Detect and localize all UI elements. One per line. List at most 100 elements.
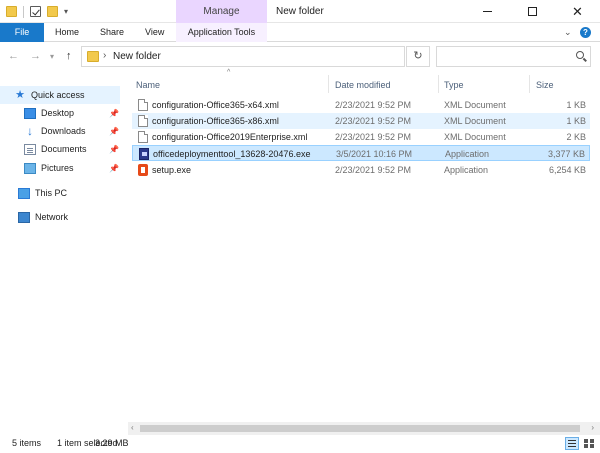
column-header-size[interactable]: Size bbox=[536, 77, 554, 93]
xml-file-icon bbox=[138, 115, 148, 127]
column-header-type[interactable]: Type bbox=[444, 77, 464, 93]
refresh-button[interactable]: ↻ bbox=[406, 46, 430, 67]
sidebar-item-label: Network bbox=[35, 212, 69, 222]
address-bar[interactable]: › New folder bbox=[81, 46, 405, 67]
file-size: 6,254 KB bbox=[548, 165, 586, 175]
file-type: Application bbox=[445, 149, 490, 159]
sidebar-item-quick-access[interactable]: ★ Quick access bbox=[0, 86, 120, 104]
help-icon[interactable]: ? bbox=[580, 27, 591, 38]
file-row[interactable]: configuration-Office365-x64.xml 2/23/202… bbox=[132, 97, 590, 113]
sidebar-item-documents[interactable]: Documents 📌 bbox=[0, 140, 120, 158]
new-folder-icon[interactable] bbox=[47, 6, 58, 17]
search-input[interactable] bbox=[436, 46, 591, 67]
qat-separator bbox=[23, 5, 24, 18]
forward-arrow-icon[interactable]: → bbox=[30, 50, 41, 62]
file-type: XML Document bbox=[444, 132, 506, 142]
file-name: configuration-Office2019Enterprise.xml bbox=[152, 132, 308, 142]
folder-icon[interactable] bbox=[6, 6, 17, 17]
column-divider[interactable] bbox=[529, 75, 530, 93]
folder-icon bbox=[87, 51, 99, 62]
file-name: configuration-Office365-x86.xml bbox=[152, 116, 279, 126]
back-arrow-icon[interactable]: ← bbox=[8, 50, 19, 62]
sidebar-item-label: Downloads bbox=[41, 126, 86, 136]
file-size: 1 KB bbox=[566, 100, 586, 110]
pin-icon[interactable]: 📌 bbox=[109, 145, 119, 154]
chevron-right-icon[interactable]: › bbox=[103, 50, 106, 61]
file-date: 2/23/2021 9:52 PM bbox=[335, 132, 412, 142]
pin-icon[interactable]: 📌 bbox=[109, 164, 119, 173]
xml-file-icon bbox=[138, 99, 148, 111]
horizontal-scrollbar[interactable]: ‹ › bbox=[128, 422, 600, 435]
properties-icon[interactable] bbox=[30, 6, 41, 17]
file-row[interactable]: officedeploymenttool_13628-20476.exe 3/5… bbox=[132, 145, 590, 161]
qat-dropdown-icon[interactable]: ▾ bbox=[64, 7, 68, 16]
documents-icon bbox=[24, 143, 36, 155]
column-divider[interactable] bbox=[438, 75, 439, 93]
expand-ribbon-icon[interactable]: ⌄ bbox=[564, 27, 572, 38]
sort-ascending-icon: ^ bbox=[227, 69, 231, 76]
close-icon: ✕ bbox=[572, 3, 583, 19]
address-row: ← → ▾ ↑ › New folder ↻ bbox=[0, 42, 600, 71]
file-type: Application bbox=[444, 165, 489, 175]
manage-context-tab: Manage bbox=[176, 0, 267, 23]
sidebar-item-label: Quick access bbox=[31, 90, 85, 100]
file-size: 2 KB bbox=[566, 132, 586, 142]
tab-share[interactable]: Share bbox=[100, 23, 124, 42]
file-row[interactable]: setup.exe 2/23/2021 9:52 PM Application … bbox=[132, 162, 590, 178]
large-icons-view-icon[interactable] bbox=[582, 437, 596, 450]
scrollbar-thumb[interactable] bbox=[140, 425, 580, 432]
sidebar-item-downloads[interactable]: ↓ Downloads 📌 bbox=[0, 122, 120, 140]
tab-home[interactable]: Home bbox=[55, 23, 79, 42]
recent-locations-icon[interactable]: ▾ bbox=[50, 52, 54, 61]
file-date: 3/5/2021 10:16 PM bbox=[336, 149, 413, 159]
file-name: officedeploymenttool_13628-20476.exe bbox=[153, 149, 311, 159]
scroll-right-icon[interactable]: › bbox=[591, 423, 594, 432]
sidebar-item-pictures[interactable]: Pictures 📌 bbox=[0, 159, 120, 177]
sidebar-item-desktop[interactable]: Desktop 📌 bbox=[0, 104, 120, 122]
tab-application-tools[interactable]: Application Tools bbox=[176, 23, 267, 42]
sidebar-item-this-pc[interactable]: This PC bbox=[0, 184, 120, 202]
column-header-date[interactable]: Date modified bbox=[335, 77, 391, 93]
file-type: XML Document bbox=[444, 116, 506, 126]
office-setup-icon bbox=[138, 164, 148, 176]
file-row[interactable]: configuration-Office365-x86.xml 2/23/202… bbox=[132, 113, 590, 129]
pin-icon[interactable]: 📌 bbox=[109, 127, 119, 136]
column-header-name[interactable]: Name bbox=[136, 77, 160, 93]
close-button[interactable]: ✕ bbox=[555, 0, 600, 23]
search-icon bbox=[576, 51, 584, 59]
star-icon: ★ bbox=[15, 88, 25, 101]
tab-view[interactable]: View bbox=[145, 23, 164, 42]
navigation-pane: ★ Quick access Desktop 📌 ↓ Downloads 📌 D… bbox=[0, 71, 120, 435]
downloads-icon: ↓ bbox=[27, 123, 33, 138]
file-date: 2/23/2021 9:52 PM bbox=[335, 100, 412, 110]
scroll-left-icon[interactable]: ‹ bbox=[131, 423, 134, 432]
sidebar-item-label: Documents bbox=[41, 144, 87, 154]
quick-access-toolbar: ▾ bbox=[6, 4, 68, 19]
file-size: 1 KB bbox=[566, 116, 586, 126]
desktop-icon bbox=[24, 107, 36, 119]
details-view-icon[interactable] bbox=[565, 437, 579, 450]
item-count: 5 items bbox=[12, 438, 42, 448]
sidebar-item-label: Pictures bbox=[41, 163, 74, 173]
file-type: XML Document bbox=[444, 100, 506, 110]
file-row[interactable]: configuration-Office2019Enterprise.xml 2… bbox=[132, 129, 590, 145]
file-list: ^ Name Date modified Type Size configura… bbox=[128, 69, 600, 422]
file-date: 2/23/2021 9:52 PM bbox=[335, 165, 412, 175]
up-arrow-icon[interactable]: ↑ bbox=[66, 50, 72, 62]
sidebar-item-network[interactable]: Network bbox=[0, 208, 120, 226]
pin-icon[interactable]: 📌 bbox=[109, 109, 119, 118]
file-date: 2/23/2021 9:52 PM bbox=[335, 116, 412, 126]
minimize-button[interactable] bbox=[465, 0, 510, 23]
file-name: configuration-Office365-x64.xml bbox=[152, 100, 279, 110]
selection-size: 3.29 MB bbox=[95, 438, 129, 448]
sidebar-item-label: Desktop bbox=[41, 108, 75, 118]
maximize-icon bbox=[528, 7, 537, 16]
sidebar-item-label: This PC bbox=[35, 188, 68, 198]
maximize-button[interactable] bbox=[510, 0, 555, 23]
xml-file-icon bbox=[138, 131, 148, 143]
window-title: New folder bbox=[276, 6, 324, 17]
tab-file[interactable]: File bbox=[0, 23, 44, 42]
address-path[interactable]: New folder bbox=[113, 51, 161, 62]
computer-icon bbox=[18, 187, 30, 199]
column-divider[interactable] bbox=[328, 75, 329, 93]
